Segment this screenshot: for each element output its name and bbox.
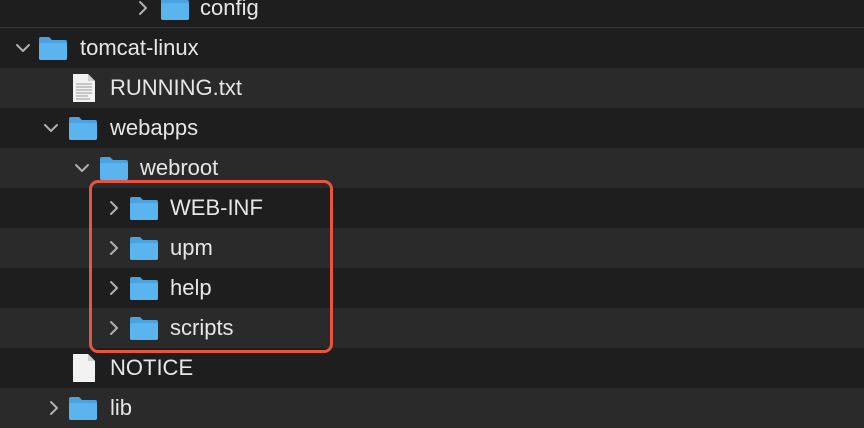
tree-item-label: WEB-INF xyxy=(170,195,263,220)
folder-icon xyxy=(68,388,98,428)
tree-row-running-txt[interactable]: RUNNING.txt xyxy=(0,68,864,108)
tree-row-tomcat-linux[interactable]: tomcat-linux xyxy=(0,28,864,68)
tree-item-label: help xyxy=(170,275,212,300)
tree-item-label: config xyxy=(200,0,259,20)
tree-row-upm[interactable]: upm xyxy=(0,228,864,268)
chevron-right-icon[interactable] xyxy=(104,308,124,348)
folder-icon xyxy=(38,28,68,68)
tree-row-help[interactable]: help xyxy=(0,268,864,308)
tree-row-webapps[interactable]: webapps xyxy=(0,108,864,148)
chevron-right-icon[interactable] xyxy=(44,388,64,428)
chevron-down-icon[interactable] xyxy=(13,28,33,68)
tree-item-label: upm xyxy=(170,235,213,260)
chevron-down-icon[interactable] xyxy=(72,148,92,188)
chevron-down-icon[interactable] xyxy=(41,108,61,148)
tree-row-lib[interactable]: lib xyxy=(0,388,864,428)
tree-item-label: webapps xyxy=(110,115,199,140)
chevron-right-icon[interactable] xyxy=(104,228,124,268)
folder-icon xyxy=(129,268,159,308)
folder-icon xyxy=(68,108,98,148)
chevron-right-icon[interactable] xyxy=(104,268,124,308)
folder-icon xyxy=(99,148,129,188)
folder-icon xyxy=(129,228,159,268)
tree-row-config[interactable]: config xyxy=(0,0,864,28)
folder-icon xyxy=(129,308,159,348)
file-tree: config tomcat-linux RUNNING.txt webapps xyxy=(0,0,864,428)
tree-row-notice[interactable]: NOTICE xyxy=(0,348,864,388)
tree-item-label: tomcat-linux xyxy=(80,35,199,60)
text-file-icon xyxy=(72,68,96,108)
folder-icon xyxy=(129,188,159,228)
tree-item-label: RUNNING.txt xyxy=(110,75,242,100)
tree-item-label: lib xyxy=(110,395,133,420)
tree-row-webroot[interactable]: webroot xyxy=(0,148,864,188)
tree-item-label: scripts xyxy=(170,315,234,340)
tree-row-web-inf[interactable]: WEB-INF xyxy=(0,188,864,228)
file-icon xyxy=(72,348,96,388)
folder-icon xyxy=(160,0,190,28)
chevron-right-icon[interactable] xyxy=(133,0,153,28)
tree-item-label: NOTICE xyxy=(110,355,194,380)
chevron-right-icon[interactable] xyxy=(104,188,124,228)
tree-row-scripts[interactable]: scripts xyxy=(0,308,864,348)
tree-item-label: webroot xyxy=(140,155,219,180)
